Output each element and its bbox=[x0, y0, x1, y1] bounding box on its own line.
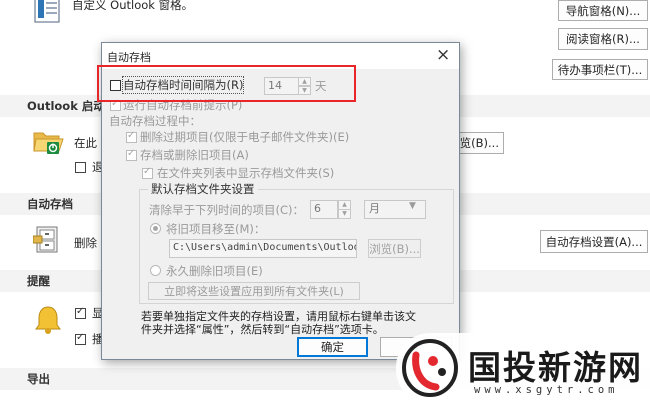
archive-cabinet-icon bbox=[32, 224, 65, 254]
permanent-delete-radio[interactable] bbox=[150, 265, 161, 276]
watermark: 国投新游网 www.xsgytr.com bbox=[396, 333, 650, 404]
archive-path-input[interactable]: C:\Users\admin\Documents\Outloo bbox=[169, 239, 357, 258]
reminder-checkbox-2[interactable] bbox=[75, 332, 86, 345]
age-input[interactable]: 6 bbox=[310, 200, 338, 219]
permanent-delete-label: 永久删除旧项目(E) bbox=[166, 264, 263, 278]
apply-all-folders-button[interactable]: 立即将这些设置应用到所有文件夹(L) bbox=[148, 282, 360, 300]
bell-icon bbox=[34, 305, 62, 335]
archive-or-delete-label: 存档或删除旧项目(A) bbox=[140, 148, 249, 162]
note-line-2: 件夹并选择“属性”，然后转到“自动存档”选项卡。 bbox=[141, 323, 384, 336]
reading-pane-button[interactable]: 阅读窗格(R)... bbox=[558, 28, 648, 50]
move-old-items-radio[interactable] bbox=[150, 223, 161, 234]
age-down-icon[interactable]: ▼ bbox=[338, 209, 351, 219]
move-old-items-label: 将旧项目移至(M)： bbox=[166, 222, 266, 236]
show-archive-folder-label: 在文件夹列表中显示存档文件夹(S) bbox=[157, 166, 335, 180]
age-unit-select[interactable]: 月 bbox=[364, 200, 426, 219]
startup-text: 在此 bbox=[74, 136, 97, 150]
delete-expired-checkbox[interactable] bbox=[126, 130, 137, 143]
watermark-url: www.xsgytr.com bbox=[474, 384, 619, 396]
watermark-text: 国投新游网 bbox=[468, 348, 643, 387]
folder-icon bbox=[33, 127, 65, 155]
highlight-box bbox=[97, 65, 356, 102]
during-label: 自动存档过程中： bbox=[109, 114, 201, 128]
todo-bar-button[interactable]: 待办事项栏(T)... bbox=[552, 59, 648, 80]
autoarchive-text: 删除 bbox=[74, 236, 97, 250]
layout-icon bbox=[34, 0, 60, 24]
reminder-checkbox-1[interactable] bbox=[75, 306, 86, 319]
dialog-title: 自动存档 bbox=[107, 51, 151, 64]
autoarchive-settings-button[interactable]: 自动存档设置(A)... bbox=[540, 230, 648, 253]
delete-expired-label: 删除过期项目(仅限于电子邮件文件夹)(E) bbox=[140, 130, 350, 144]
ok-button[interactable]: 确定 bbox=[297, 337, 368, 357]
startup-browse-button[interactable]: 览(B)... bbox=[458, 132, 504, 154]
show-archive-folder-checkbox[interactable] bbox=[142, 166, 153, 179]
watermark-logo-icon bbox=[402, 339, 458, 397]
close-icon[interactable]: × bbox=[436, 45, 450, 65]
browse-button[interactable]: 浏览(B)... bbox=[368, 239, 421, 258]
chevron-down-icon[interactable]: ▼ bbox=[409, 201, 416, 211]
groupbox-title: 默认存档文件夹设置 bbox=[148, 181, 258, 197]
startup-checkbox[interactable] bbox=[75, 162, 86, 173]
navigation-pane-button[interactable]: 导航窗格(N)... bbox=[558, 0, 648, 21]
customize-pane-text: 自定义 Outlook 窗格。 bbox=[72, 0, 194, 12]
archive-or-delete-checkbox[interactable] bbox=[126, 148, 137, 161]
clean-older-label: 清除早于下列时间的项目(C)： bbox=[149, 203, 305, 217]
